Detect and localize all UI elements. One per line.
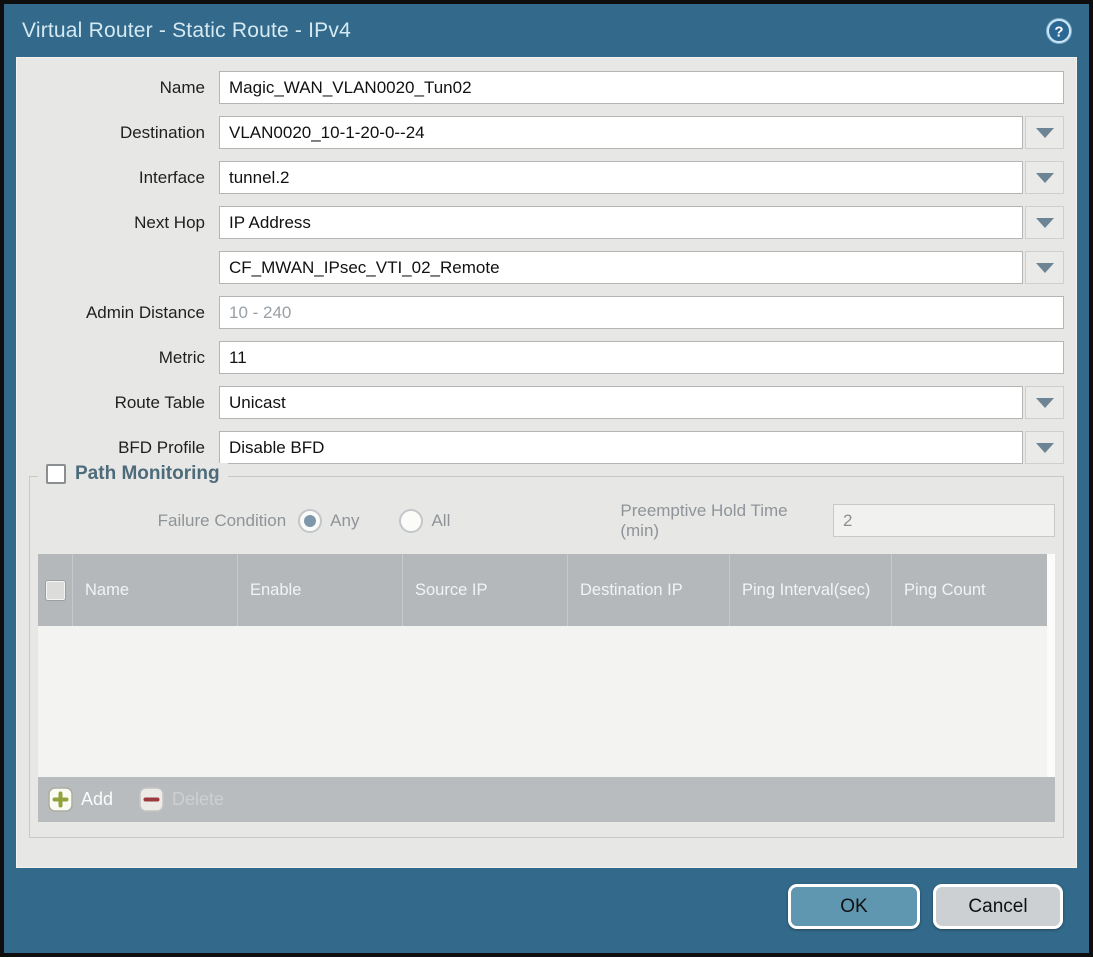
next-hop-address-input[interactable] [219, 251, 1023, 284]
destination-dropdown-button[interactable] [1025, 116, 1064, 149]
radio-all[interactable] [399, 509, 423, 533]
form-row-bfd-profile: BFD Profile [29, 431, 1064, 464]
path-monitoring-controls: Failure Condition Any All Preemptive Hol… [38, 503, 1055, 538]
interface-input[interactable] [219, 161, 1023, 194]
chevron-down-icon [1036, 128, 1054, 138]
name-input[interactable] [219, 71, 1064, 104]
interface-label: Interface [29, 168, 207, 188]
help-button[interactable]: ? [1045, 17, 1073, 45]
static-route-dialog: Virtual Router - Static Route - IPv4 ? N… [0, 0, 1093, 957]
dialog-body: Name Destination Interface [16, 57, 1077, 868]
chevron-down-icon [1036, 218, 1054, 228]
metric-label: Metric [29, 348, 207, 368]
next-hop-address-dropdown-button[interactable] [1025, 251, 1064, 284]
form-row-interface: Interface [29, 161, 1064, 194]
radio-all-label: All [431, 511, 450, 531]
svg-text:?: ? [1054, 23, 1063, 40]
route-table-label: Route Table [29, 393, 207, 413]
column-header-ping-interval: Ping Interval(sec) [729, 554, 891, 626]
radio-dot-icon [405, 515, 417, 527]
admin-distance-label: Admin Distance [29, 303, 207, 323]
form-row-metric: Metric [29, 341, 1064, 374]
route-table-input[interactable] [219, 386, 1023, 419]
chevron-down-icon [1036, 263, 1054, 273]
dialog-footer: OK Cancel [4, 868, 1089, 953]
path-monitoring-table: Name Enable Source IP Destination IP Pin… [38, 554, 1055, 822]
page-title: Virtual Router - Static Route - IPv4 [22, 19, 351, 43]
next-hop-type-input[interactable] [219, 206, 1023, 239]
path-monitoring-section: Path Monitoring Failure Condition Any Al… [29, 476, 1064, 838]
radio-any-label: Any [330, 511, 359, 531]
column-header-name: Name [72, 554, 237, 626]
table-scrollbar-track[interactable] [1047, 554, 1055, 777]
form-row-next-hop: Next Hop [29, 206, 1064, 239]
column-header-ping-count: Ping Count [891, 554, 1047, 626]
metric-input[interactable] [219, 341, 1064, 374]
destination-input[interactable] [219, 116, 1023, 149]
radio-dot-icon [304, 515, 316, 527]
column-header-enable: Enable [237, 554, 402, 626]
chevron-down-icon [1036, 173, 1054, 183]
add-button-label: Add [81, 789, 113, 810]
table-toolbar: Add Delete [38, 777, 1055, 822]
add-button[interactable]: Add [48, 787, 113, 812]
form-row-destination: Destination [29, 116, 1064, 149]
preemptive-hold-time-label: Preemptive Hold Time (min) [620, 501, 823, 541]
failure-condition-any-option: Any [298, 509, 399, 533]
cancel-button[interactable]: Cancel [933, 884, 1063, 929]
delete-button-label: Delete [172, 789, 224, 810]
path-monitoring-title: Path Monitoring [75, 463, 220, 485]
form-row-name: Name [29, 71, 1064, 104]
failure-condition-label: Failure Condition [38, 511, 298, 531]
radio-any[interactable] [298, 509, 322, 533]
form-row-admin-distance: Admin Distance [29, 296, 1064, 329]
chevron-down-icon [1036, 398, 1054, 408]
select-all-checkbox[interactable] [46, 581, 65, 600]
table-body-empty [38, 626, 1047, 777]
ok-button[interactable]: OK [788, 884, 920, 929]
plus-icon [48, 787, 73, 812]
path-monitoring-legend: Path Monitoring [38, 463, 228, 485]
bfd-profile-dropdown-button[interactable] [1025, 431, 1064, 464]
help-icon: ? [1045, 17, 1073, 45]
form-row-route-table: Route Table [29, 386, 1064, 419]
admin-distance-input[interactable] [219, 296, 1064, 329]
destination-label: Destination [29, 123, 207, 143]
column-header-destination-ip: Destination IP [567, 554, 729, 626]
bfd-profile-input[interactable] [219, 431, 1023, 464]
preemptive-hold-time-input[interactable] [833, 504, 1055, 537]
next-hop-label: Next Hop [29, 213, 207, 233]
bfd-profile-label: BFD Profile [29, 438, 207, 458]
interface-dropdown-button[interactable] [1025, 161, 1064, 194]
route-table-dropdown-button[interactable] [1025, 386, 1064, 419]
table-select-all-cell [38, 554, 72, 626]
table-header-row: Name Enable Source IP Destination IP Pin… [38, 554, 1047, 626]
chevron-down-icon [1036, 443, 1054, 453]
next-hop-dropdown-button[interactable] [1025, 206, 1064, 239]
failure-condition-all-option: All [399, 509, 490, 533]
column-header-source-ip: Source IP [402, 554, 567, 626]
path-monitoring-checkbox[interactable] [46, 464, 66, 484]
name-label: Name [29, 78, 207, 98]
dialog-titlebar: Virtual Router - Static Route - IPv4 ? [4, 4, 1089, 57]
delete-button[interactable]: Delete [139, 787, 224, 812]
form-row-next-hop-address [29, 251, 1064, 284]
minus-icon [139, 787, 164, 812]
